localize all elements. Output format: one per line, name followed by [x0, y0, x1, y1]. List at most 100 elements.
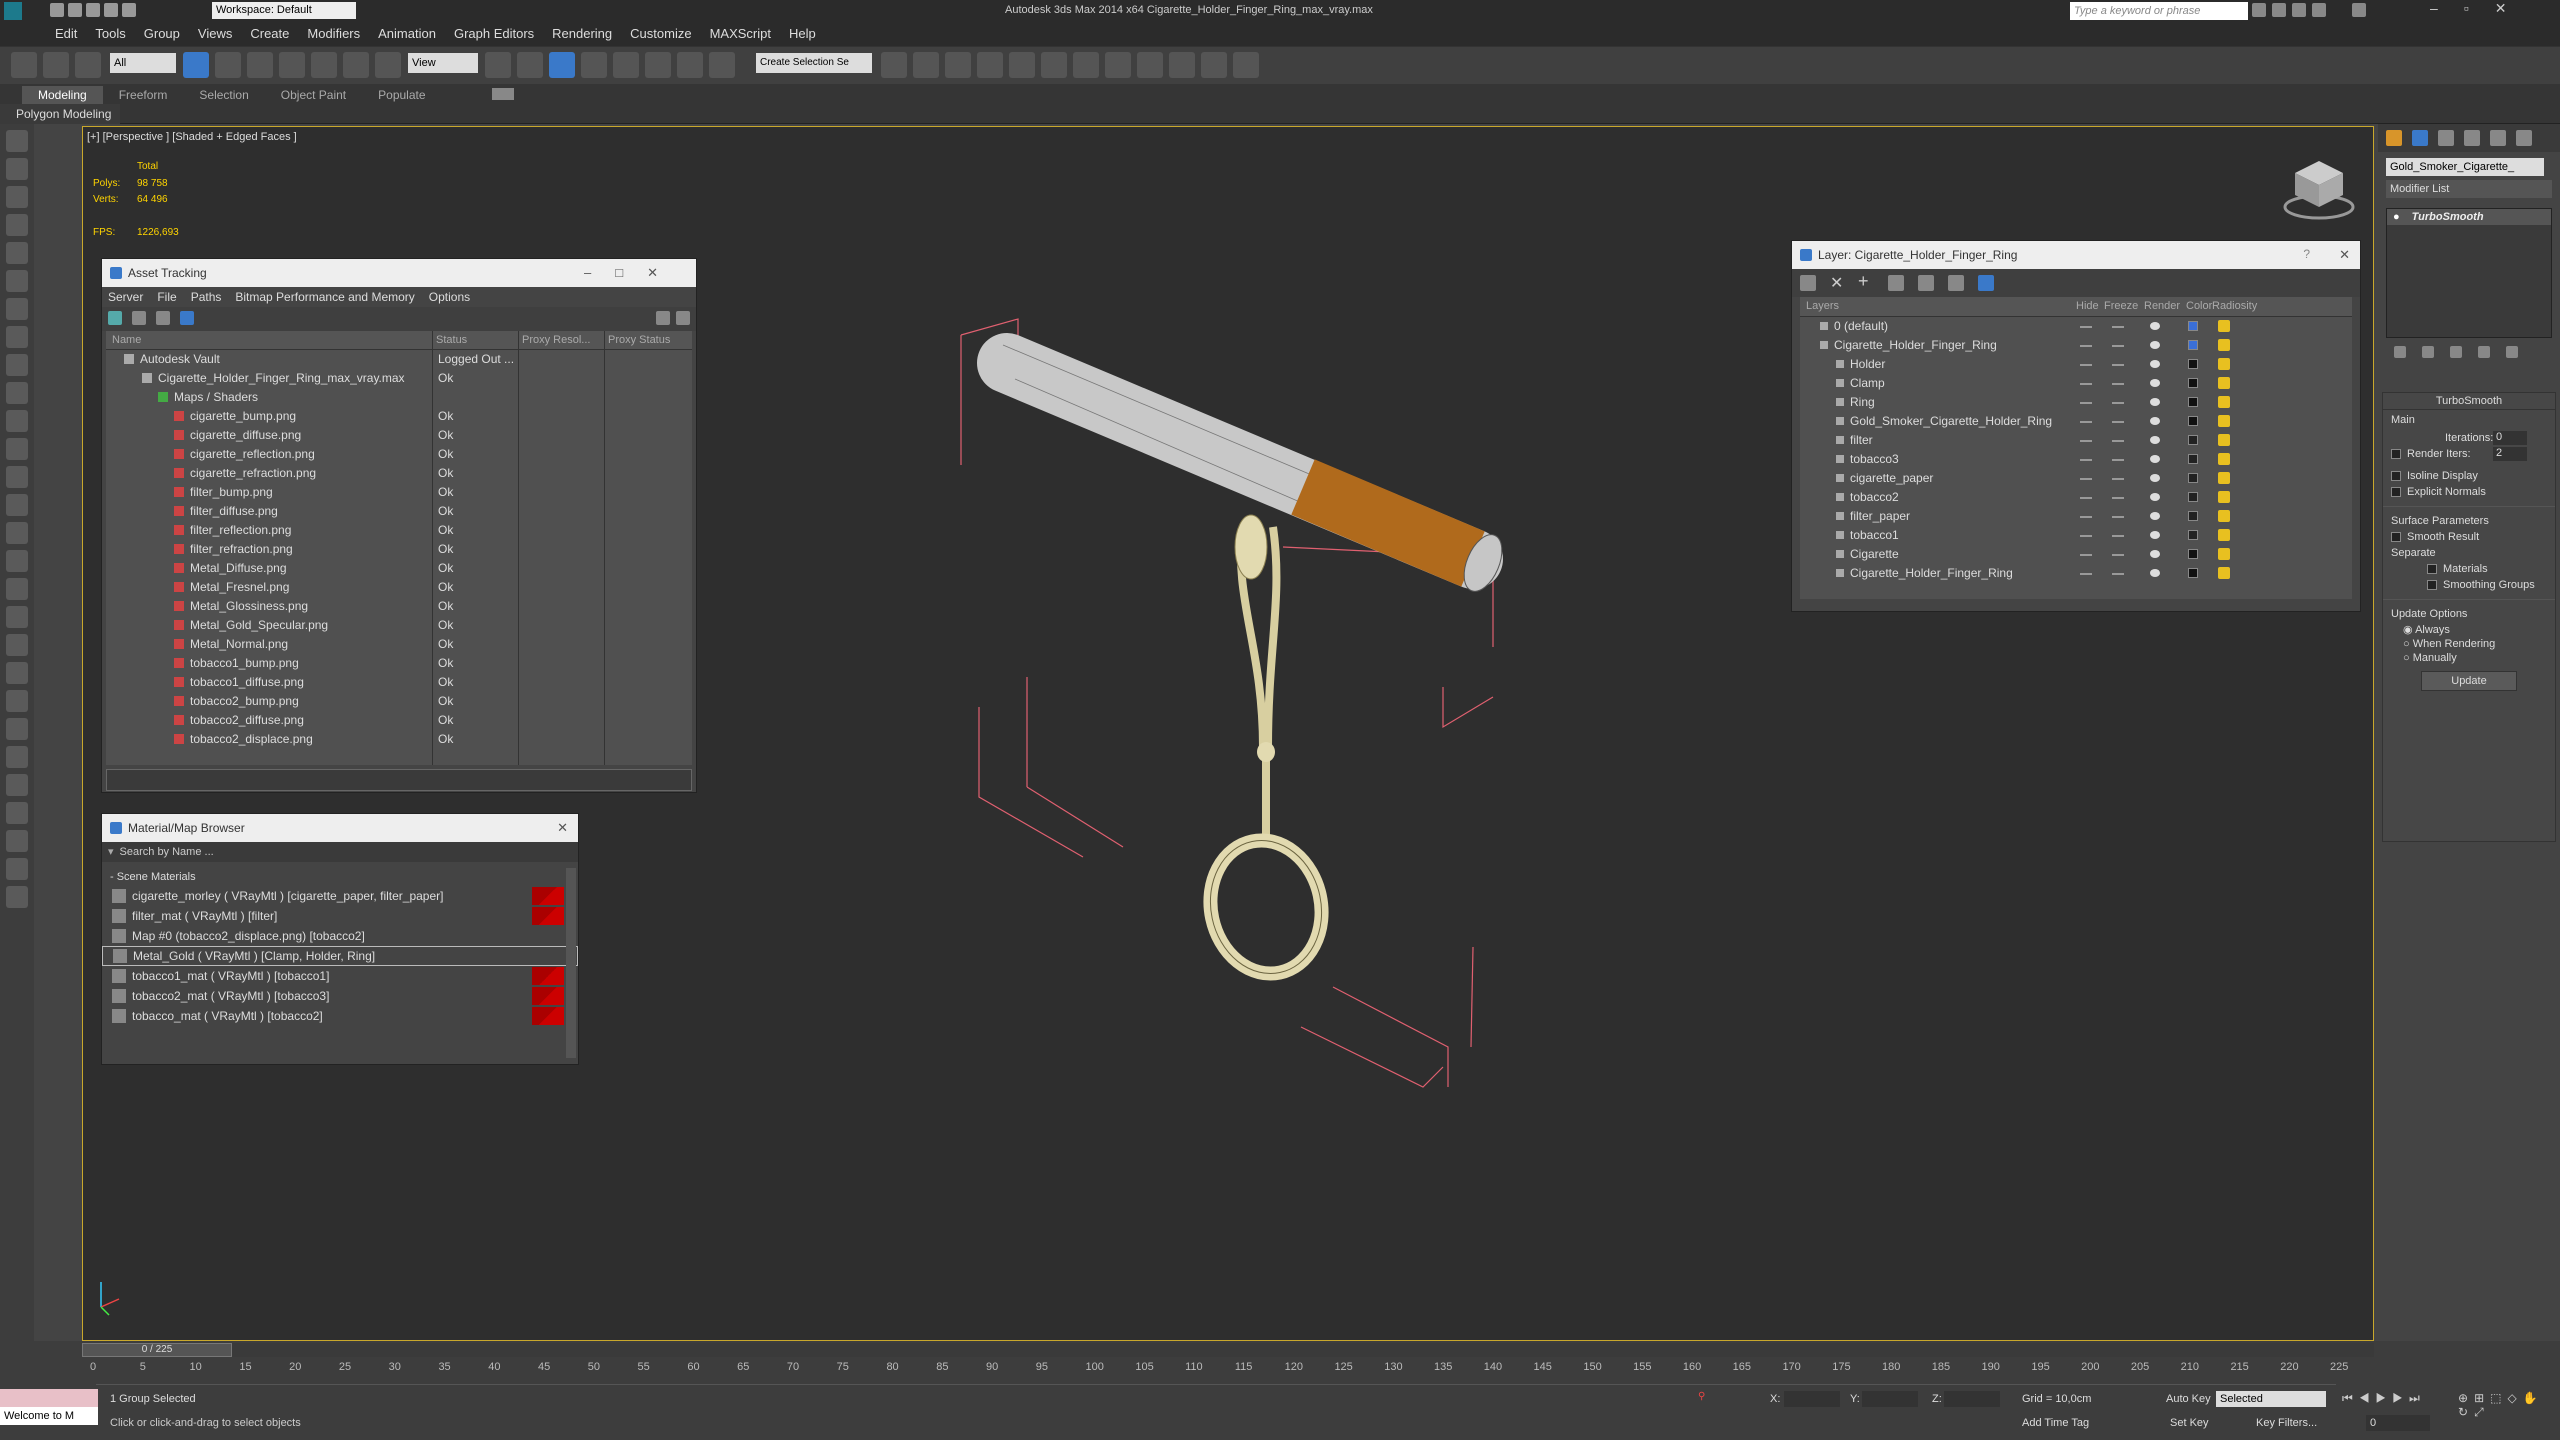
layer-color-swatch[interactable] [2188, 568, 2198, 578]
cylinder-icon[interactable] [6, 522, 28, 544]
layer-row[interactable]: Gold_Smoker_Cigarette_Holder_Ring [1800, 412, 2352, 431]
rectangular-selection-icon[interactable] [247, 52, 273, 78]
hide-toggle[interactable] [2080, 383, 2092, 385]
modify-tab-icon[interactable] [2412, 130, 2428, 146]
material-item[interactable]: tobacco_mat ( VRayMtl ) [tobacco2] [102, 1006, 578, 1026]
ribbon-options-icon[interactable] [492, 88, 514, 100]
orbit-icon[interactable]: ↻ [2458, 1405, 2474, 1419]
layer-color-swatch[interactable] [2188, 321, 2198, 331]
window-crossing-icon[interactable] [279, 52, 305, 78]
hide-toggle[interactable] [2080, 345, 2092, 347]
add-time-tag[interactable]: Add Time Tag [2022, 1417, 2089, 1429]
render-teapot-icon[interactable] [2150, 531, 2160, 539]
menu-tools[interactable]: Tools [86, 22, 134, 46]
hide-icon[interactable] [6, 410, 28, 432]
object-name-field[interactable]: Gold_Smoker_Cigarette_ [2386, 158, 2544, 176]
smooth-result-checkbox[interactable] [2391, 532, 2401, 543]
render-icon[interactable] [6, 886, 28, 908]
select-object-icon[interactable] [183, 52, 209, 78]
col-proxy-status[interactable]: Proxy Status [608, 331, 670, 350]
pivot-center-icon[interactable] [485, 52, 511, 78]
explicit-normals-checkbox[interactable] [2391, 487, 2401, 498]
maxscript-listener[interactable] [0, 1389, 98, 1407]
radiosity-icon[interactable] [2218, 491, 2230, 503]
list-view-icon[interactable] [132, 311, 146, 325]
layer-color-swatch[interactable] [2188, 511, 2198, 521]
radiosity-icon[interactable] [2218, 377, 2230, 389]
menu-animation[interactable]: Animation [369, 22, 445, 46]
set-key-button[interactable]: Set Key [2170, 1417, 2209, 1429]
particles-icon[interactable] [6, 690, 28, 712]
communication-icon[interactable] [2292, 3, 2306, 17]
key-filters-button[interactable]: Key Filters... [2256, 1417, 2317, 1429]
layer-color-swatch[interactable] [2188, 378, 2198, 388]
menu-rendering[interactable]: Rendering [543, 22, 621, 46]
material-search-input[interactable]: ▾ Search by Name ... [102, 842, 578, 862]
ribbon-tab-freeform[interactable]: Freeform [103, 86, 184, 104]
shape-icon[interactable] [6, 718, 28, 740]
close-icon[interactable]: ✕ [2495, 0, 2533, 16]
close-icon[interactable]: ✕ [2339, 247, 2350, 263]
new-layer-icon[interactable] [1800, 275, 1816, 291]
menu-create[interactable]: Create [241, 22, 298, 46]
asset-menu-options[interactable]: Options [429, 290, 470, 304]
material-item[interactable]: Map #0 (tobacco2_displace.png) [tobacco2… [102, 926, 578, 946]
zoom-extents-icon[interactable]: ⬚ [2490, 1391, 2507, 1405]
minimize-icon[interactable]: – [2430, 0, 2464, 16]
col-hide[interactable]: Hide [2076, 297, 2099, 316]
freeze-all-icon[interactable] [1978, 275, 1994, 291]
freeze-toggle[interactable] [2112, 459, 2124, 461]
render-teapot-icon[interactable] [2150, 417, 2160, 425]
configure-modifier-sets-icon[interactable] [2506, 346, 2518, 358]
display-icon[interactable] [6, 382, 28, 404]
track-bar[interactable]: 0 5 10 15 20 25 30 35 40 45 50 55 60 65 70 75 80 85 90 95 10… [90, 1357, 2348, 1385]
radiosity-icon[interactable] [2218, 320, 2230, 332]
hide-toggle[interactable] [2080, 402, 2092, 404]
layer-row[interactable]: tobacco3 [1800, 450, 2352, 469]
layer-row[interactable]: Cigarette [1800, 545, 2352, 564]
refresh-icon[interactable] [108, 311, 122, 325]
delete-layer-icon[interactable]: ✕ [1830, 273, 1843, 293]
schematic-view-icon[interactable] [1073, 52, 1099, 78]
radiosity-icon[interactable] [2218, 358, 2230, 370]
hide-toggle[interactable] [2080, 573, 2092, 575]
zoom-icon[interactable]: ⊕ [2458, 1391, 2474, 1405]
material-editor-icon[interactable] [1105, 52, 1131, 78]
select-objects-icon[interactable] [1888, 275, 1904, 291]
edit-named-selection-icon[interactable] [709, 52, 735, 78]
freeze-toggle[interactable] [2112, 402, 2124, 404]
expand-icon[interactable]: ▾ [108, 846, 114, 858]
col-proxy-res[interactable]: Proxy Resol... [522, 331, 590, 350]
restore-icon[interactable]: ▫ [2464, 0, 2495, 16]
hierarchy-tab-icon[interactable] [2438, 130, 2454, 146]
y-coord-field[interactable] [1862, 1391, 1918, 1407]
render-teapot-icon[interactable] [2150, 398, 2160, 406]
render-teapot-icon[interactable] [1233, 52, 1259, 78]
hide-toggle[interactable] [2080, 459, 2092, 461]
unlink-icon[interactable] [43, 52, 69, 78]
align-icon[interactable] [913, 52, 939, 78]
zoom-all-icon[interactable]: ⊞ [2474, 1391, 2490, 1405]
render-teapot-icon[interactable] [2150, 379, 2160, 387]
update-button[interactable]: Update [2421, 671, 2517, 691]
table-view-icon[interactable] [180, 311, 194, 325]
hide-toggle[interactable] [2080, 516, 2092, 518]
asset-menu-file[interactable]: File [157, 290, 176, 304]
maximize-icon[interactable]: □ [615, 265, 647, 280]
render-iters-spinner[interactable]: 2 [2493, 447, 2527, 461]
layer-color-swatch[interactable] [2188, 473, 2198, 483]
layer-row[interactable]: Ring [1800, 393, 2352, 412]
hide-toggle[interactable] [2080, 497, 2092, 499]
ribbon-tab-object-paint[interactable]: Object Paint [265, 86, 362, 104]
material-browser-window[interactable]: Material/Map Browser ✕ ▾ Search by Name .… [101, 813, 579, 1065]
search-input[interactable]: Type a keyword or phrase [2070, 2, 2248, 20]
key-mode-dropdown[interactable]: Selected [2216, 1391, 2326, 1407]
layer-row[interactable]: tobacco2 [1800, 488, 2352, 507]
menu-graph-editors[interactable]: Graph Editors [445, 22, 543, 46]
radiosity-icon[interactable] [2218, 472, 2230, 484]
angle-snap-icon[interactable] [613, 52, 639, 78]
search-icon[interactable] [2252, 3, 2266, 17]
hide-toggle[interactable] [2080, 421, 2092, 423]
settings-icon[interactable] [676, 311, 690, 325]
layer-row[interactable]: filter [1800, 431, 2352, 450]
